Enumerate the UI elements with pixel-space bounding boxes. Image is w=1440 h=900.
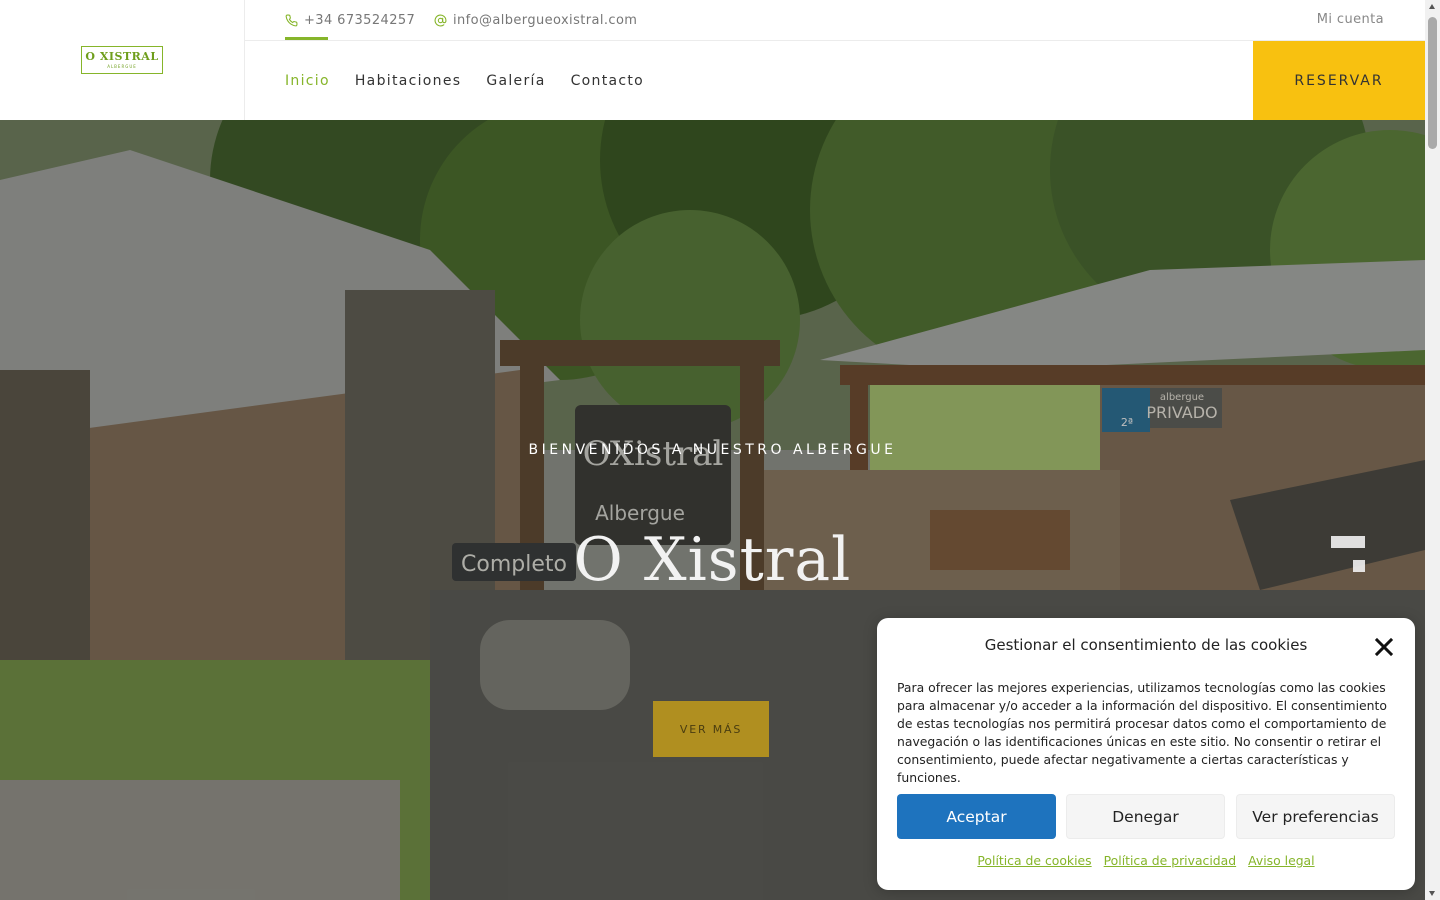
email-address: info@albergueoxistral.com: [453, 13, 638, 28]
my-account-link[interactable]: Mi cuenta: [1317, 12, 1384, 27]
privacy-policy-link[interactable]: Política de privacidad: [1104, 853, 1236, 868]
site-header: O XISTRAL ALBERGUE +34 673524257 info@al…: [0, 0, 1425, 120]
hero-title: O Xistral: [573, 525, 852, 595]
cookie-consent-dialog: Gestionar el consentimiento de las cooki…: [877, 618, 1415, 890]
at-sign-icon: [434, 14, 447, 27]
ver-mas-button[interactable]: VER MÁS: [653, 701, 769, 757]
reserve-button[interactable]: RESERVAR: [1253, 41, 1425, 120]
scroll-up-icon[interactable]: [1429, 4, 1435, 9]
cookie-dialog-title: Gestionar el consentimiento de las cooki…: [984, 636, 1308, 654]
email-link[interactable]: info@albergueoxistral.com: [434, 12, 637, 29]
logo-subtitle: ALBERGUE: [107, 64, 137, 69]
page-scrollbar[interactable]: [1425, 0, 1440, 900]
logo-title: O XISTRAL: [85, 50, 159, 63]
nav-item-inicio[interactable]: Inicio: [285, 36, 330, 89]
scroll-down-icon[interactable]: [1429, 891, 1435, 896]
phone-number: +34 673524257: [304, 13, 416, 28]
main-nav: Inicio Habitaciones Galería Contacto: [285, 36, 669, 120]
cookie-dialog-text: Para ofrecer las mejores experiencias, u…: [897, 680, 1387, 785]
site-logo[interactable]: O XISTRAL ALBERGUE: [81, 46, 163, 74]
phone-icon: [285, 14, 298, 27]
cookie-policy-links: Política de cookies Política de privacid…: [877, 853, 1415, 868]
phone-link[interactable]: +34 673524257: [285, 12, 415, 29]
nav-item-galeria[interactable]: Galería: [486, 73, 545, 89]
scroll-thumb[interactable]: [1428, 17, 1437, 149]
slider-next-icon[interactable]: [1331, 536, 1365, 572]
accept-button[interactable]: Aceptar: [897, 794, 1056, 839]
close-icon[interactable]: [1374, 637, 1394, 657]
nav-item-contacto[interactable]: Contacto: [571, 73, 644, 89]
logo-area: O XISTRAL ALBERGUE: [0, 0, 245, 120]
deny-button[interactable]: Denegar: [1066, 794, 1225, 839]
hero-subtitle: BIENVENIDOS A NUESTRO ALBERGUE: [528, 442, 897, 458]
top-bar: +34 673524257 info@albergueoxistral.com …: [245, 0, 1425, 41]
preferences-button[interactable]: Ver preferencias: [1236, 794, 1395, 839]
legal-notice-link[interactable]: Aviso legal: [1248, 853, 1314, 868]
cookie-policy-link[interactable]: Política de cookies: [977, 853, 1091, 868]
nav-item-habitaciones[interactable]: Habitaciones: [355, 73, 461, 89]
